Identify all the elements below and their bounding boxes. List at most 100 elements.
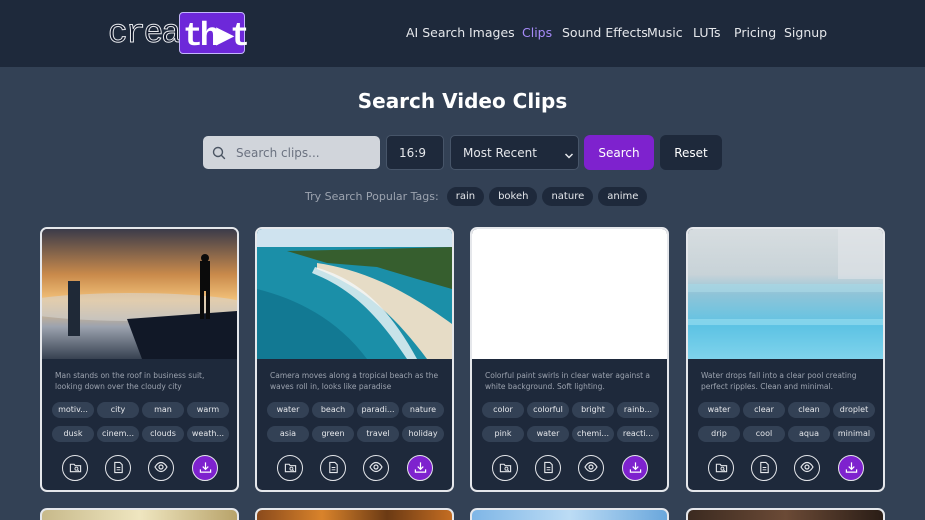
clip-tag[interactable]: aqua [788, 426, 830, 442]
nav-signup[interactable]: Signup [784, 25, 827, 40]
aspect-ratio-select[interactable]: 16:9 [386, 135, 444, 170]
clip-card[interactable]: Camera moves along a tropical beach as t… [255, 227, 454, 492]
details-button[interactable] [105, 455, 131, 481]
nav-pricing[interactable]: Pricing [734, 25, 776, 40]
clip-thumbnail[interactable] [42, 229, 237, 359]
clip-tag[interactable]: beach [312, 402, 354, 418]
clip-tag[interactable]: warm [187, 402, 229, 418]
logo-badge: th▸t [179, 12, 250, 55]
clip-card-partial[interactable] [255, 508, 454, 520]
download-icon [199, 459, 212, 478]
clip-tag[interactable]: travel [357, 426, 399, 442]
nav-luts[interactable]: LUTs [693, 25, 721, 40]
clip-tag[interactable]: cool [743, 426, 785, 442]
clip-tag[interactable]: droplet [833, 402, 875, 418]
clip-card-partial[interactable] [40, 508, 239, 520]
search-button[interactable]: Search [584, 135, 654, 170]
reset-button[interactable]: Reset [660, 135, 722, 170]
clip-tag[interactable]: clean [788, 402, 830, 418]
clip-tag[interactable]: green [312, 426, 354, 442]
popular-tag-bokeh[interactable]: bokeh [489, 186, 538, 206]
clip-thumbnail[interactable] [688, 229, 883, 359]
clip-description: Colorful paint swirls in clear water aga… [485, 371, 651, 391]
nav-ai-search[interactable]: AI Search [406, 25, 465, 40]
clip-tag[interactable]: pink [482, 426, 524, 442]
clip-tag[interactable]: dusk [52, 426, 94, 442]
clip-tag[interactable]: drip [698, 426, 740, 442]
nav-images[interactable]: Images [469, 25, 515, 40]
download-icon [629, 459, 642, 478]
preview-button[interactable] [794, 455, 820, 481]
page-title: Search Video Clips [357, 89, 568, 113]
details-button[interactable] [535, 455, 561, 481]
clip-tag[interactable]: man [142, 402, 184, 418]
folder-search-button[interactable] [492, 455, 518, 481]
folder-search-icon [715, 459, 728, 478]
clip-tag[interactable]: bright [572, 402, 614, 418]
popular-tags-label: Try Search Popular Tags: [305, 189, 439, 203]
clip-tag[interactable]: water [698, 402, 740, 418]
popular-tag-nature[interactable]: nature [542, 186, 594, 206]
eye-icon [584, 459, 598, 478]
clip-tag[interactable]: water [527, 426, 569, 442]
sort-value: Most Recent [463, 145, 537, 160]
folder-search-button[interactable] [708, 455, 734, 481]
clip-tag[interactable]: water [267, 402, 309, 418]
clip-tag[interactable]: holiday [402, 426, 444, 442]
popular-tags: Try Search Popular Tags: rain bokeh natu… [305, 186, 652, 206]
search-box[interactable] [203, 136, 380, 169]
preview-button[interactable] [148, 455, 174, 481]
clip-tag[interactable]: minimal [833, 426, 875, 442]
document-icon [542, 459, 555, 478]
clip-tag[interactable]: color [482, 402, 524, 418]
aspect-ratio-value: 16:9 [399, 145, 426, 160]
folder-search-button[interactable] [62, 455, 88, 481]
download-button[interactable] [192, 455, 218, 481]
details-button[interactable] [320, 455, 346, 481]
clip-thumbnail[interactable] [257, 229, 452, 359]
clip-card[interactable]: Water drops fall into a clear pool creat… [686, 227, 885, 492]
clip-tag[interactable]: clouds [142, 426, 184, 442]
clip-thumbnail[interactable] [472, 229, 667, 359]
download-icon [414, 459, 427, 478]
popular-tag-rain[interactable]: rain [446, 186, 485, 206]
search-icon [212, 145, 226, 164]
download-button[interactable] [622, 455, 648, 481]
clip-tag[interactable]: city [97, 402, 139, 418]
clip-tag[interactable]: weath... [187, 426, 229, 442]
clip-tag[interactable]: colorful [527, 402, 569, 418]
clip-card[interactable]: Man stands on the roof in business suit,… [40, 227, 239, 492]
nav-clips[interactable]: Clips [522, 25, 552, 40]
clip-tag[interactable]: asia [267, 426, 309, 442]
popular-tag-anime[interactable]: anime [598, 186, 648, 206]
preview-button[interactable] [363, 455, 389, 481]
clip-tag[interactable]: rainb... [617, 402, 659, 418]
clip-card-partial[interactable] [686, 508, 885, 520]
clip-tag[interactable]: chemi... [572, 426, 614, 442]
details-button[interactable] [751, 455, 777, 481]
nav-music[interactable]: Music [647, 25, 683, 40]
clip-tag[interactable]: motiv... [52, 402, 94, 418]
eye-icon [800, 459, 814, 478]
clip-tag[interactable]: cinem... [97, 426, 139, 442]
clip-card[interactable]: Colorful paint swirls in clear water aga… [470, 227, 669, 492]
folder-search-button[interactable] [277, 455, 303, 481]
document-icon [327, 459, 340, 478]
sort-select[interactable]: Most Recent [450, 135, 579, 170]
clip-tag[interactable]: paradi... [357, 402, 399, 418]
eye-icon [369, 459, 383, 478]
search-input[interactable] [236, 136, 376, 169]
clip-tag[interactable]: reacti... [617, 426, 659, 442]
folder-search-icon [69, 459, 82, 478]
document-icon [112, 459, 125, 478]
download-button[interactable] [407, 455, 433, 481]
clip-description: Camera moves along a tropical beach as t… [270, 371, 439, 391]
eye-icon [154, 459, 168, 478]
download-button[interactable] [838, 455, 864, 481]
clip-card-partial[interactable] [470, 508, 669, 520]
download-icon [845, 459, 858, 478]
clip-tag[interactable]: clear [743, 402, 785, 418]
clip-tag[interactable]: nature [402, 402, 444, 418]
preview-button[interactable] [578, 455, 604, 481]
nav-sound-effects[interactable]: Sound Effects [562, 25, 648, 40]
